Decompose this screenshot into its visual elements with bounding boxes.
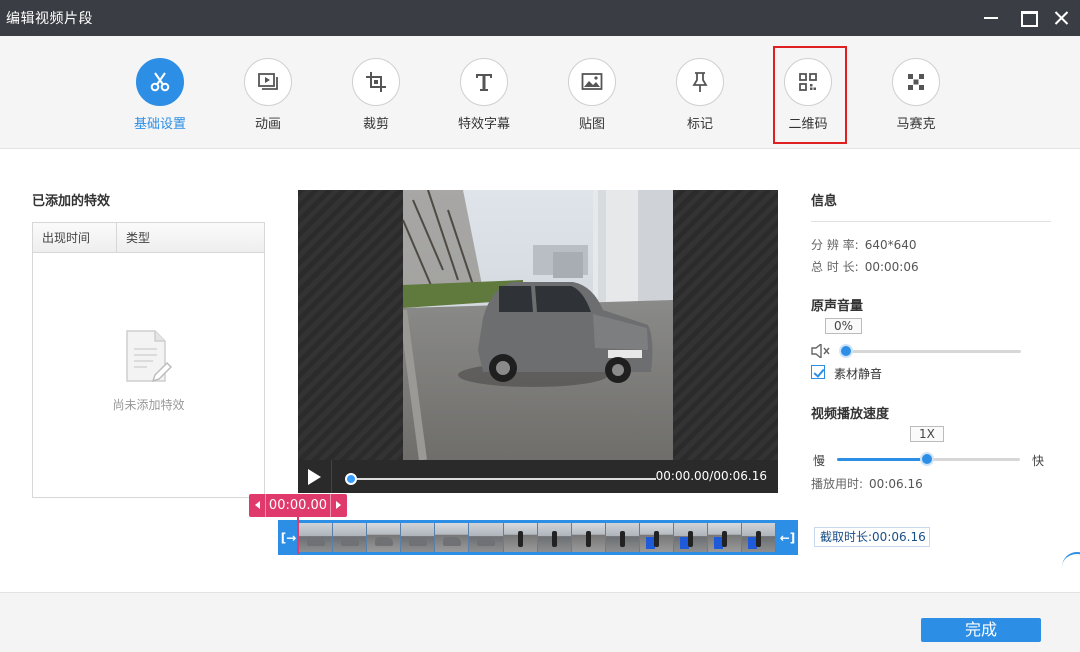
thumbnail-frame — [537, 523, 572, 552]
speed-slider-fill — [837, 458, 929, 461]
scissors-icon — [136, 58, 184, 106]
speaker-muted-icon[interactable] — [811, 342, 831, 362]
done-button[interactable]: 完成 — [921, 618, 1041, 642]
thumbnail-frame — [503, 523, 538, 552]
playback-time: 00:00.00/00:06.16 — [655, 469, 767, 483]
title-bar: 编辑视频片段 — [0, 0, 1080, 36]
video-preview[interactable] — [298, 190, 778, 460]
tool-mosaic[interactable]: 马赛克 — [866, 58, 966, 138]
mute-checkbox-label[interactable]: 素材静音 — [834, 365, 882, 382]
playtime-row: 播放用时: 00:06.16 — [811, 475, 923, 492]
speed-fast-label: 快 — [1032, 454, 1045, 468]
volume-value: 0% — [825, 318, 863, 334]
window-title: 编辑视频片段 — [6, 11, 93, 27]
tool-animation[interactable]: 动画 — [218, 58, 318, 138]
image-icon — [568, 58, 616, 106]
player-controls: 00:00.00/00:06.16 — [298, 460, 778, 493]
effects-table-header: 出现时间 类型 — [33, 223, 264, 253]
text-icon — [460, 58, 508, 106]
mute-checkbox[interactable] — [811, 365, 825, 379]
crop-icon — [352, 58, 400, 106]
qrcode-highlight-box — [773, 46, 847, 144]
duration-value: 00:00:06 — [864, 260, 919, 274]
trim-start-handle[interactable]: [→ — [278, 520, 299, 555]
volume-title: 原声音量 — [811, 299, 864, 314]
tool-basic-settings[interactable]: 基础设置 — [110, 58, 210, 138]
toolbar: 基础设置 动画 裁剪 特效字幕 贴图 标记 二维码 马赛克 — [0, 36, 1080, 149]
pin-icon — [676, 58, 724, 106]
thumbnail-frame — [333, 523, 368, 552]
effects-table: 出现时间 类型 尚未添加特效 — [32, 222, 265, 498]
thumbnail-frame — [469, 523, 504, 552]
close-button[interactable] — [1044, 0, 1080, 36]
speed-value: 1X — [910, 426, 944, 442]
play-button[interactable] — [308, 469, 321, 485]
window-controls — [972, 0, 1080, 36]
speed-slider-knob[interactable] — [919, 452, 934, 466]
video-frame-image — [403, 190, 673, 460]
column-header-time[interactable]: 出现时间 — [33, 223, 117, 252]
thumbnail-frame — [674, 523, 709, 552]
tool-label: 特效字幕 — [457, 117, 510, 132]
tool-label: 马赛克 — [896, 117, 936, 132]
column-header-type[interactable]: 类型 — [117, 223, 150, 252]
thumbnail-frame — [401, 523, 436, 552]
info-divider — [811, 221, 1051, 222]
speed-slow-label: 慢 — [813, 454, 826, 468]
thumbnail-frame — [639, 523, 675, 552]
tool-label: 基础设置 — [133, 117, 186, 132]
tool-crop[interactable]: 裁剪 — [326, 58, 426, 138]
tool-marker[interactable]: 标记 — [650, 58, 750, 138]
thumbnail-track — [299, 523, 777, 552]
playback-progress-knob[interactable] — [345, 473, 357, 485]
playtime-label: 播放用时: — [811, 477, 864, 491]
info-title: 信息 — [811, 194, 838, 209]
thumbnail-frame — [708, 523, 743, 552]
controls-divider — [331, 460, 332, 493]
minimize-button[interactable] — [972, 0, 1008, 36]
volume-slider-track[interactable] — [841, 350, 1021, 353]
mosaic-icon — [892, 58, 940, 106]
maximize-button[interactable] — [1008, 0, 1044, 36]
duration-row: 总 时 长: 00:00:06 — [811, 258, 919, 275]
footer-bar — [0, 592, 1080, 652]
thumbnail-frame — [742, 523, 777, 552]
volume-slider-knob[interactable] — [839, 344, 853, 358]
resolution-value: 640*640 — [864, 238, 917, 252]
playback-progress-track[interactable] — [348, 478, 656, 480]
trim-end-handle[interactable]: ←] — [777, 520, 798, 555]
tool-sticker[interactable]: 贴图 — [542, 58, 642, 138]
thumbnail-frame — [367, 523, 402, 552]
step-back-icon[interactable] — [255, 501, 260, 509]
empty-document-icon — [125, 329, 173, 387]
speed-title: 视频播放速度 — [811, 407, 890, 422]
empty-effects-text: 尚未添加特效 — [112, 398, 185, 412]
animation-icon — [244, 58, 292, 106]
tool-text-effects[interactable]: 特效字幕 — [434, 58, 534, 138]
tool-label: 动画 — [254, 117, 281, 132]
resolution-row: 分 辨 率: 640*640 — [811, 236, 917, 253]
badge-divider — [330, 494, 331, 517]
thumbnail-frame — [571, 523, 606, 552]
effects-panel-title: 已添加的特效 — [32, 194, 111, 209]
tool-label: 贴图 — [578, 117, 605, 132]
tool-label: 标记 — [686, 117, 713, 132]
step-forward-icon[interactable] — [336, 501, 341, 509]
timeline-strip[interactable]: [→ ←] — [278, 520, 798, 555]
current-time-badge[interactable]: 00:00.00 — [249, 494, 347, 517]
clip-length-label: 截取时长:00:06.16 — [814, 527, 930, 547]
thumbnail-frame — [299, 523, 334, 552]
playhead-marker[interactable] — [297, 517, 299, 554]
tool-label: 裁剪 — [362, 117, 389, 132]
thumbnail-frame — [435, 523, 470, 552]
duration-label: 总 时 长: — [811, 260, 859, 274]
decorative-arc — [1062, 552, 1080, 582]
video-frame — [403, 190, 673, 460]
resolution-label: 分 辨 率: — [811, 238, 859, 252]
playtime-value: 00:06.16 — [869, 477, 923, 491]
current-time-label: 00:00.00 — [268, 498, 328, 513]
badge-divider — [265, 494, 266, 517]
thumbnail-frame — [605, 523, 640, 552]
